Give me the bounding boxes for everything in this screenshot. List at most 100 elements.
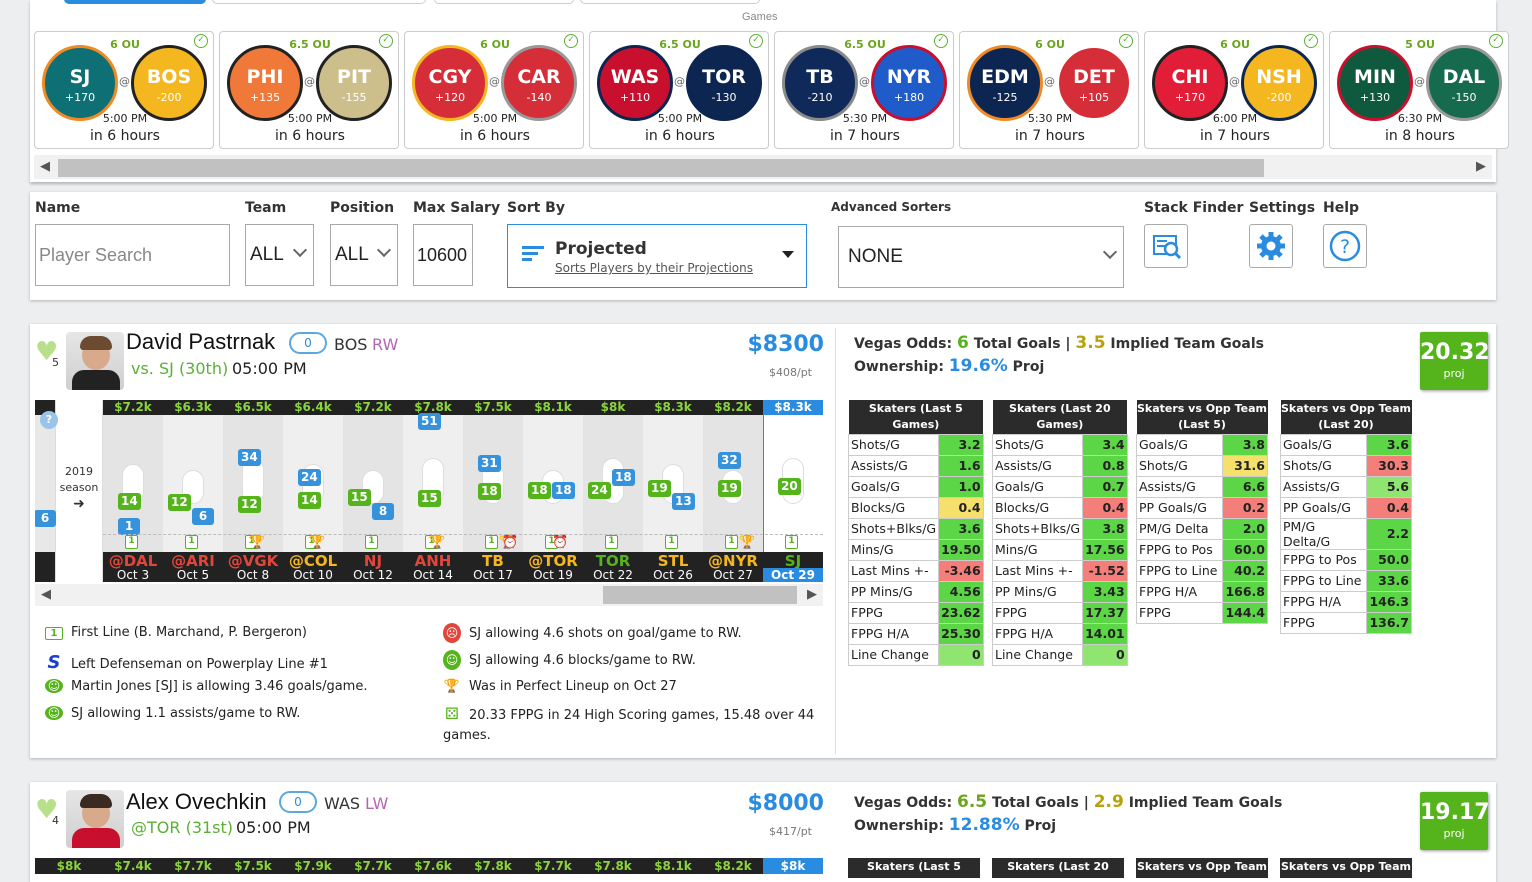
note-item: ☺ SJ allowing 4.6 blocks/game to RW. (443, 650, 823, 671)
team-logo-home[interactable]: PIT -155 (316, 45, 392, 121)
game-log-stat-badge: 14 (118, 493, 141, 510)
team-logo-home[interactable]: DAL -150 (1426, 45, 1502, 121)
team-logo-away[interactable]: MIN +130 (1337, 45, 1413, 121)
help-button[interactable]: ? (1323, 224, 1367, 268)
comment-bubble[interactable]: 0 (279, 791, 317, 813)
game-card[interactable]: 6 OU ✓ SJ +170 BOS -200 @5:00 PM in 6 hours (34, 31, 214, 149)
stat-value: 6.6 (1222, 475, 1268, 498)
scroll-right-icon[interactable]: ▶ (1476, 159, 1486, 174)
first-line-icon: 1 (365, 535, 378, 549)
game-log-column[interactable]: $7.2k @DAL Oct 3 (103, 400, 163, 582)
player-name[interactable]: David Pastrnak (126, 329, 275, 355)
team-select[interactable]: ALL (245, 224, 314, 286)
team-abbr: MIN (1354, 66, 1396, 88)
stat-table: Skaters (Last 20 Games) Shots/G 3.4 Assists… (991, 400, 1128, 666)
note-text: Left Defenseman on Powerplay Line #1 (71, 657, 328, 672)
top-tab-3[interactable] (434, 0, 574, 4)
name-label: Name (35, 200, 81, 216)
game-card[interactable]: 6.5 OU ✓ PHI +135 PIT -155 @5:00 PM in 6 hours (219, 31, 399, 149)
player-search-box[interactable] (35, 224, 230, 286)
stat-value: 0.4 (1082, 496, 1128, 519)
stat-value: 3.6 (1366, 433, 1412, 456)
team-logo-away[interactable]: WAS +110 (597, 45, 673, 121)
max-salary-label: Max Salary (413, 200, 501, 216)
implied-goals-label: Implied Team Goals (1110, 336, 1264, 352)
stat-name: Shots+Blks/G (991, 517, 1084, 540)
team-abbr: WAS (610, 66, 660, 88)
vegas-odds-label: Vegas Odds: (854, 795, 953, 811)
player-avatar (66, 790, 124, 848)
game-card[interactable]: 5 OU ✓ MIN +130 DAL -150 @6:30 PM in 8 hours (1329, 31, 1509, 149)
games-scroll-thumb[interactable] (58, 159, 1264, 177)
total-goals-label: Total Goals (973, 336, 1061, 352)
game-log-column[interactable]: $6.5k @VGK Oct 8 (223, 400, 283, 582)
team-logo-away[interactable]: PHI +135 (227, 45, 303, 121)
games-scrollbar[interactable]: ◀ ▶ (34, 155, 1492, 179)
game-log-stat-badge: 14 (298, 492, 321, 509)
game-log-scrollbar[interactable]: ◀ ▶ (35, 584, 823, 606)
team-logo-away[interactable]: EDM -125 (967, 45, 1043, 121)
stat-value: -1.52 (1082, 559, 1128, 582)
team-logo-home[interactable]: TOR -130 (686, 45, 762, 121)
game-card[interactable]: 6 OU ✓ CHI +170 NSH -200 @6:00 PM in 7 hours (1144, 31, 1324, 149)
advanced-sorters-value: NONE (848, 246, 903, 267)
top-tab-1[interactable] (64, 0, 206, 4)
team-abbr: BOS (146, 66, 192, 88)
stat-value: 0.8 (1082, 454, 1128, 477)
stack-finder-button[interactable] (1144, 224, 1188, 268)
game-log-column[interactable]: $6.3k @ARI Oct 5 (163, 400, 223, 582)
advanced-sorters-select[interactable]: NONE (838, 226, 1124, 288)
dice-icon: ⚄ (445, 704, 459, 723)
ownership-value: 19.6% (948, 356, 1008, 376)
dashed-line (103, 534, 823, 535)
team-logo-home[interactable]: CAR -140 (501, 45, 577, 121)
stat-value: 166.8 (1222, 580, 1268, 603)
game-card[interactable]: 6.5 OU ✓ WAS +110 TOR -130 @5:00 PM in 6 hours (589, 31, 769, 149)
stat-value: 0 (1082, 643, 1128, 666)
game-salary: $8.3k (643, 400, 703, 415)
team-logo-away[interactable]: CGY +120 (412, 45, 488, 121)
team-odds: -200 (1266, 91, 1292, 104)
team-logo-away[interactable]: SJ +170 (42, 45, 118, 121)
scroll-left-icon[interactable]: ◀ (41, 587, 51, 602)
max-salary-input[interactable] (414, 225, 472, 285)
player-salary: $8300 (747, 332, 824, 357)
position-select[interactable]: ALL (330, 224, 398, 286)
team-logo-home[interactable]: NYR +180 (871, 45, 947, 121)
team-logo-home[interactable]: BOS -200 (131, 45, 207, 121)
stat-name: PP Goals/G (1135, 496, 1224, 519)
game-salary: $6.5k (223, 400, 283, 415)
question-icon[interactable]: ? (40, 411, 58, 429)
team-logo-home[interactable]: NSH -200 (1241, 45, 1317, 121)
team-logo-away[interactable]: CHI +170 (1152, 45, 1228, 121)
game-card[interactable]: 6 OU ✓ CGY +120 CAR -140 @5:00 PM in 6 hours (404, 31, 584, 149)
game-log-scroll-thumb[interactable] (603, 586, 797, 604)
team-odds: -140 (526, 91, 552, 104)
note-text: 20.33 FPPG in 24 High Scoring games, 15.… (443, 708, 815, 743)
first-line-icon: 1 (665, 535, 678, 549)
sort-description: Sorts Players by their Projections (555, 261, 753, 275)
vegas-odds: Vegas Odds: 6 Total Goals | 3.5 Implied … (854, 333, 1264, 353)
sort-lines-icon (522, 245, 544, 267)
game-card[interactable]: 6.5 OU ✓ TB -210 NYR +180 @5:30 PM in 7 hours (774, 31, 954, 149)
sort-by-select[interactable]: Projected Sorts Players by their Project… (507, 224, 807, 288)
game-card[interactable]: 6 OU ✓ EDM -125 DET +105 @5:30 PM in 7 hours (959, 31, 1139, 149)
game-log-column[interactable]: $6.4k @COL Oct 10 (283, 400, 343, 582)
player-name[interactable]: Alex Ovechkin (126, 789, 267, 815)
stat-name: PP Goals/G (1279, 496, 1368, 519)
stat-value: 3.4 (1082, 433, 1128, 456)
scroll-right-icon[interactable]: ▶ (807, 587, 817, 602)
team-logo-home[interactable]: DET +105 (1056, 45, 1132, 121)
stat-row: Last Mins +- -1.52 (991, 559, 1128, 582)
top-tab-4[interactable] (580, 0, 760, 4)
comment-bubble[interactable]: 0 (289, 332, 327, 354)
stat-name: Last Mins +- (847, 559, 940, 582)
top-tab-2[interactable] (212, 0, 426, 4)
scroll-left-icon[interactable]: ◀ (40, 159, 50, 174)
stat-table-title: Skaters vs Opp Team (Last 5) (1136, 400, 1268, 434)
player-search-input[interactable] (36, 225, 229, 285)
max-salary-box[interactable] (413, 224, 473, 286)
stat-name: Shots/G (847, 433, 940, 456)
settings-button[interactable] (1249, 224, 1293, 268)
team-logo-away[interactable]: TB -210 (782, 45, 858, 121)
